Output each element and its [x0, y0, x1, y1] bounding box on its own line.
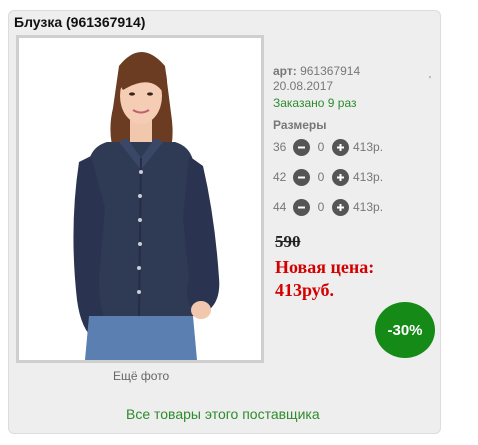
plus-circle-icon — [337, 203, 344, 211]
minus-circle-icon — [298, 206, 305, 208]
supplier-products-link[interactable]: Все товары этого поставщика — [126, 406, 320, 422]
minus-circle-icon — [298, 176, 305, 178]
decrease-quantity-button[interactable] — [293, 198, 310, 216]
sizes-heading: Размеры — [273, 118, 327, 132]
quantity-value: 0 — [317, 170, 325, 184]
quantity-value: 0 — [317, 140, 325, 154]
stray-tick-mark: ' — [429, 75, 431, 86]
product-photo[interactable] — [16, 35, 264, 363]
quantity-value: 0 — [317, 200, 325, 214]
decrease-quantity-button[interactable] — [293, 138, 310, 156]
size-label: 42 — [273, 170, 287, 184]
product-photo-image — [19, 38, 261, 360]
size-label: 36 — [273, 140, 287, 154]
product-title: Блузка (961367914) — [14, 14, 146, 30]
increase-quantity-button[interactable] — [332, 138, 349, 156]
discount-badge: -30% — [375, 302, 435, 358]
increase-quantity-button[interactable] — [332, 198, 349, 216]
size-row-36: 36 0 413р. — [273, 138, 383, 156]
article-label: арт: — [273, 64, 297, 78]
ordered-count: Заказано 9 раз — [273, 96, 357, 110]
size-label: 44 — [273, 200, 287, 214]
product-info: арт: 961367914 20.08.2017 Заказано 9 раз… — [273, 64, 438, 132]
decrease-quantity-button[interactable] — [293, 168, 310, 186]
plus-circle-icon — [337, 143, 344, 151]
old-price: 590 — [275, 232, 301, 251]
increase-quantity-button[interactable] — [332, 168, 349, 186]
minus-circle-icon — [298, 146, 305, 148]
size-price: 413р. — [353, 140, 384, 154]
size-price: 413р. — [353, 200, 384, 214]
plus-circle-icon — [337, 173, 344, 181]
new-price-value: 413руб. — [275, 280, 335, 300]
product-date: 20.08.2017 — [273, 79, 334, 93]
new-price-label: Новая цена: — [275, 257, 375, 277]
article-number: 961367914 — [300, 64, 361, 78]
size-price: 413р. — [353, 170, 384, 184]
more-photos-link[interactable]: Ещё фото — [113, 369, 169, 383]
article-line: арт: 961367914 — [273, 64, 438, 78]
size-row-44: 44 0 413р. — [273, 198, 383, 216]
size-row-42: 42 0 413р. — [273, 168, 383, 186]
